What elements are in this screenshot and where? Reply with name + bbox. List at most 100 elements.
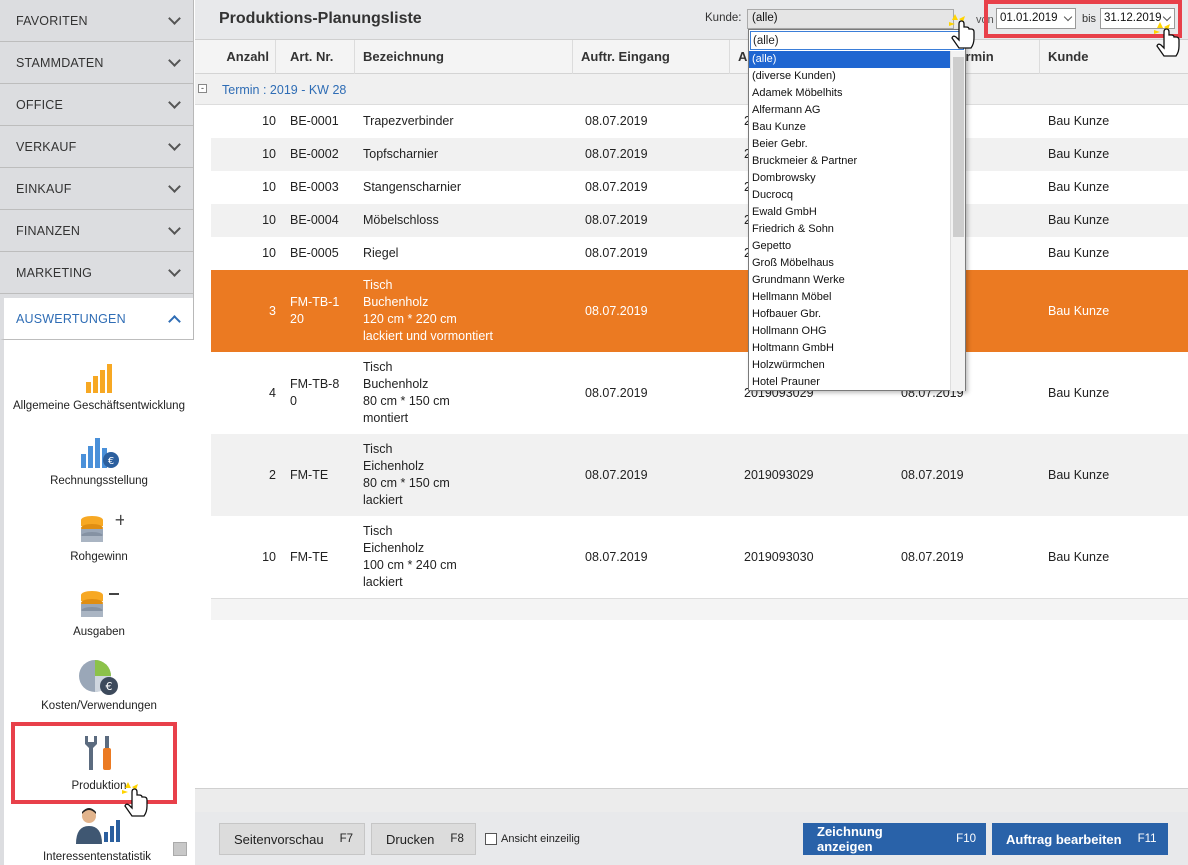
dropdown-scrollbar[interactable]	[950, 51, 965, 391]
shortcut-key: F8	[450, 833, 464, 845]
cell-kunde: Bau Kunze	[1048, 147, 1110, 161]
chevron-down-icon	[168, 263, 181, 277]
hand-cursor-icon	[122, 782, 148, 817]
nav-favoriten[interactable]: FAVORITEN	[0, 0, 193, 42]
drucken-button[interactable]: Drucken F8	[371, 823, 476, 855]
sub-interessentenstatistik[interactable]	[4, 808, 194, 844]
button-label: Seitenvorschau	[234, 831, 324, 847]
collapse-toggle[interactable]: -	[198, 84, 207, 93]
dropdown-option[interactable]: Bruckmeier & Partner	[749, 153, 951, 170]
sub-rohgewinn[interactable]: + Rohgewinn	[4, 512, 194, 563]
dropdown-option[interactable]: Adamek Möbelhits	[749, 85, 951, 102]
zeichnung-anzeigen-button[interactable]: Zeichnung anzeigen F10	[803, 823, 986, 855]
cell-eingang: 08.07.2019	[585, 550, 648, 564]
dropdown-option[interactable]: Friedrich & Sohn	[749, 221, 951, 238]
auftrag-bearbeiten-button[interactable]: Auftrag bearbeiten F11	[992, 823, 1168, 855]
table-row[interactable]: 10 FM-TE Tisch Eichenholz 100 cm * 240 cm …	[211, 516, 1188, 598]
horizontal-scrollbar[interactable]	[195, 788, 1188, 812]
dropdown-option[interactable]: Hofbauer Gbr.	[749, 306, 951, 323]
dropdown-search-field[interactable]: (alle)	[750, 31, 964, 50]
kunde-dropdown-list[interactable]: (alle) (alle) (diverse Kunden) Adamek Möbe…	[748, 29, 966, 391]
dropdown-option[interactable]: Grundmann Werke	[749, 272, 951, 289]
sub-allgemeine-geschaeftsentwicklung[interactable]: Allgemeine Geschäftsentwicklung	[4, 362, 194, 412]
dropdown-option[interactable]: Hotel Prauner	[749, 374, 951, 391]
sub-ausgaben[interactable]: Ausgaben	[4, 587, 194, 638]
nav-verkauf[interactable]: VERKAUF	[0, 126, 193, 168]
dropdown-option[interactable]: Holtmann GmbH	[749, 340, 951, 357]
nav-stammdaten[interactable]: STAMMDATEN	[0, 42, 193, 84]
dropdown-option[interactable]: Hellmann Möbel	[749, 289, 951, 306]
nav-office[interactable]: OFFICE	[0, 84, 193, 126]
coins-plus-icon: +	[81, 512, 124, 542]
col-anzahl[interactable]: Anzahl	[195, 40, 276, 74]
dropdown-option[interactable]: Bau Kunze	[749, 119, 951, 136]
cell-anzahl: 10	[262, 180, 276, 194]
table-row[interactable]: 3 FM-TB-1 20 Tisch Buchenholz 120 cm * 220…	[211, 270, 1188, 352]
table-body: 10 BE-0001 Trapezverbinder 08.07.2019 2 Bau K…	[211, 105, 1188, 598]
table-row[interactable]: 10BE-0004Möbelschloss08.07.20192Bau Kunz…	[211, 204, 1188, 237]
button-label: Drucken	[386, 831, 435, 847]
sub-kosten-verwendungen[interactable]: € Kosten/Verwendungen	[4, 658, 194, 712]
nav-finanzen[interactable]: FINANZEN	[0, 210, 193, 252]
dropdown-option[interactable]: Ducrocq	[749, 187, 951, 204]
col-auftr-eingang[interactable]: Auftr. Eingang	[573, 40, 730, 74]
table-row[interactable]: 4 FM-TB-8 0 Tisch Buchenholz 80 cm * 150 c…	[211, 352, 1188, 434]
col-bezeichnung[interactable]: Bezeichnung	[355, 40, 573, 74]
cell-eingang: 08.07.2019	[585, 386, 648, 400]
dropdown-option[interactable]: (alle)	[749, 51, 951, 68]
euro-bar-chart-icon: €	[81, 438, 119, 468]
sub-rechnungsstellung[interactable]: € Rechnungsstellung	[4, 436, 194, 487]
ansicht-einzeilig-checkbox[interactable]	[485, 833, 497, 845]
table-row[interactable]: 10BE-0001Trapezverbinder08.07.20192Bau K…	[211, 105, 1188, 138]
cell-bez: Tisch Eichenholz 80 cm * 150 cm lackiert	[363, 442, 450, 507]
cell-auftrag: 2019093029	[744, 468, 814, 482]
ansicht-einzeilig-label[interactable]: Ansicht einzeilig	[501, 833, 580, 845]
kunde-select[interactable]: (alle)	[747, 9, 954, 29]
sidebar-scroll-button[interactable]	[173, 842, 187, 856]
cell-kunde: Bau Kunze	[1048, 246, 1110, 260]
dropdown-option[interactable]: Alfermann AG	[749, 102, 951, 119]
cell-eingang: 08.07.2019	[585, 468, 648, 482]
grid-footer	[211, 598, 1188, 620]
dropdown-option[interactable]: Groß Möbelhaus	[749, 255, 951, 272]
cell-kunde: Bau Kunze	[1048, 304, 1110, 318]
nav-einkauf[interactable]: EINKAUF	[0, 168, 193, 210]
cell-art: FM-TB-1 20	[290, 295, 340, 326]
shortcut-key: F10	[956, 833, 976, 845]
nav-label: FINANZEN	[16, 223, 81, 238]
sub-label: Kosten/Verwendungen	[41, 700, 157, 712]
table-row[interactable]: 10BE-0005Riegel08.07.20192Bau Kunze	[211, 237, 1188, 270]
sub-label: Ausgaben	[73, 626, 125, 638]
cell-anzahl: 10	[262, 550, 276, 564]
dropdown-option[interactable]: Holzwürmchen	[749, 357, 951, 374]
table-row[interactable]: 2 FM-TE Tisch Eichenholz 80 cm * 150 cm la…	[211, 434, 1188, 516]
chevron-up-icon	[168, 314, 181, 328]
kunde-label: Kunde:	[705, 12, 742, 24]
seitenvorschau-button[interactable]: Seitenvorschau F7	[219, 823, 365, 855]
nav-marketing[interactable]: MARKETING	[0, 252, 193, 294]
cell-anzahl: 3	[269, 304, 276, 318]
col-art-nr[interactable]: Art. Nr.	[276, 40, 355, 74]
table-row[interactable]: 10BE-0003Stangenscharnier08.07.20192Bau …	[211, 171, 1188, 204]
dropdown-option[interactable]: Hollmann OHG	[749, 323, 951, 340]
cell-art: FM-TE	[290, 550, 329, 564]
group-label: Termin : 2019 - KW 28	[222, 83, 347, 97]
cell-anzahl: 2	[269, 468, 276, 482]
dropdown-option[interactable]: (diverse Kunden)	[749, 68, 951, 85]
chevron-down-icon	[168, 179, 181, 193]
chevron-down-icon	[168, 221, 181, 235]
table-row[interactable]: 10BE-0002Topfscharnier08.07.20192Bau Kun…	[211, 138, 1188, 171]
nav-auswertungen[interactable]: AUSWERTUNGEN	[0, 298, 193, 340]
scrollbar-thumb[interactable]	[953, 57, 964, 237]
cell-eingang: 08.07.2019	[585, 147, 648, 161]
cell-bez: Tisch Eichenholz 100 cm * 240 cm lackier…	[363, 524, 457, 589]
dropdown-option[interactable]: Beier Gebr.	[749, 136, 951, 153]
dropdown-option[interactable]: Ewald GmbH	[749, 204, 951, 221]
cell-eingang: 08.07.2019	[585, 304, 648, 318]
chevron-down-icon	[168, 137, 181, 151]
dropdown-option[interactable]: Dombrowsky	[749, 170, 951, 187]
dropdown-option[interactable]: Gepetto	[749, 238, 951, 255]
cell-bez: Tisch Buchenholz 120 cm * 220 cm lackier…	[363, 278, 493, 343]
cell-eingang: 08.07.2019	[585, 114, 648, 128]
cell-art: BE-0004	[290, 213, 339, 227]
